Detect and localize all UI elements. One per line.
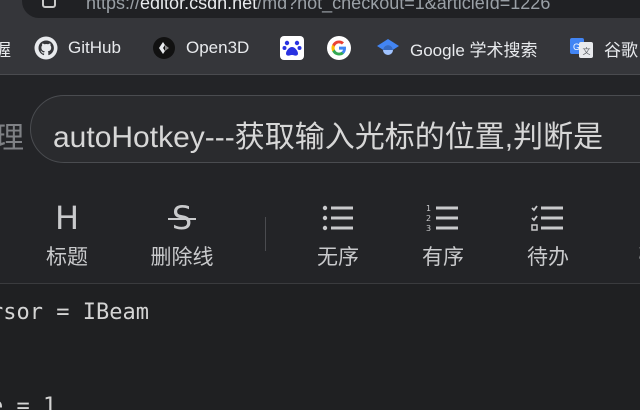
svg-text:2: 2 [426, 214, 431, 223]
site-info-icon[interactable] [42, 0, 56, 8]
quote-icon [608, 201, 640, 235]
bookmark-partial-label: 握 [0, 40, 11, 60]
ordered-list-icon: 1 2 3 [403, 201, 483, 235]
bookmark-baidu[interactable] [280, 36, 314, 60]
toolbar-strikethrough-label: 删除线 [150, 246, 214, 269]
editor-toolbar: H 标题 S 删除线 无序 1 2 3 有序 待办 [0, 183, 640, 284]
open3d-icon [153, 37, 175, 59]
code-line: rsor = IBeam [0, 300, 149, 325]
bookmarks-bar: 握 GitHub Open3D Google 学术搜索 G 文 谷歌 [0, 22, 640, 74]
bookmark-open3d[interactable]: Open3D [152, 36, 249, 60]
bookmark-google-translate[interactable]: G 文 谷歌 [570, 36, 638, 60]
bookmark-github-label: GitHub [68, 38, 121, 57]
toolbar-ordered-list-label: 有序 [422, 246, 464, 269]
url-scheme: https:// [86, 0, 141, 13]
bookmark-open3d-label: Open3D [186, 38, 250, 57]
article-title-text: autoHotkey---获取输入光标的位置,判断是 [53, 121, 604, 154]
github-icon [34, 36, 58, 60]
bookmark-github[interactable]: GitHub [34, 36, 121, 60]
code-line: e = 1 [0, 394, 57, 410]
svg-text:3: 3 [426, 224, 431, 233]
toolbar-quote-label: 引 [608, 241, 640, 271]
bookmark-google-scholar-label: Google 学术搜索 [410, 40, 538, 60]
heading-icon: H [54, 199, 80, 237]
toolbar-quote-button[interactable]: 引 [608, 201, 640, 271]
address-bar: https://editor.csdn.net/md?not_checkout=… [0, 0, 640, 22]
article-title-area: 理 autoHotkey---获取输入光标的位置,判断是 [0, 75, 640, 183]
unordered-list-icon [298, 201, 378, 235]
svg-text:文: 文 [583, 46, 591, 56]
markdown-editor[interactable]: rsor = IBeam e = 1 [0, 284, 640, 410]
toolbar-todo-button[interactable]: 待办 [508, 201, 588, 271]
bookmark-google-scholar[interactable]: Google 学术搜索 [376, 36, 538, 60]
svg-text:G: G [573, 42, 580, 52]
google-translate-icon: G 文 [570, 38, 593, 58]
url-text[interactable]: https://editor.csdn.net/md?not_checkout=… [86, 0, 550, 14]
article-title-input[interactable]: autoHotkey---获取输入光标的位置,判断是 [30, 95, 640, 163]
baidu-icon [280, 36, 304, 60]
title-prefix-text: 理 [0, 122, 24, 155]
toolbar-todo-label: 待办 [527, 246, 569, 269]
url-path: /md?not_checkout=1&articleId=1226 [257, 0, 551, 13]
toolbar-ordered-list-button[interactable]: 1 2 3 有序 [403, 201, 483, 271]
toolbar-unordered-list-label: 无序 [317, 246, 359, 269]
google-scholar-icon [377, 39, 399, 55]
toolbar-heading-button[interactable]: H 标题 [27, 199, 107, 271]
svg-text:1: 1 [426, 204, 431, 213]
bookmark-partial[interactable]: 握 [0, 36, 11, 60]
toolbar-unordered-list-button[interactable]: 无序 [298, 201, 378, 271]
strikethrough-icon: S [142, 199, 222, 237]
toolbar-heading-label: 标题 [46, 246, 88, 269]
toolbar-separator [265, 217, 266, 251]
toolbar-strikethrough-button[interactable]: S 删除线 [142, 199, 222, 271]
todo-list-icon [508, 201, 588, 235]
bookmark-google-translate-label: 谷歌 [604, 40, 638, 60]
google-icon [327, 36, 351, 60]
bookmark-google[interactable] [327, 36, 361, 60]
url-host: editor.csdn.net [140, 0, 258, 13]
